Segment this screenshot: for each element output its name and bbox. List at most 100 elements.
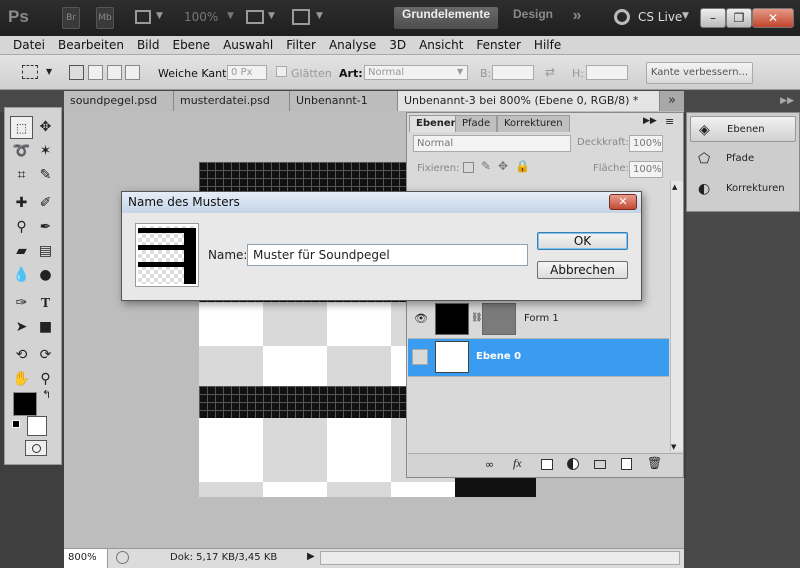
opacity-input[interactable]: 100%	[629, 135, 663, 152]
eye-visibility-icon[interactable]: 👁	[414, 312, 428, 325]
foreground-color-swatch[interactable]	[13, 392, 37, 416]
new-selection-icon[interactable]	[69, 65, 84, 80]
arrange-documents-icon[interactable]	[246, 10, 264, 24]
refine-edge-button[interactable]: Kante verbessern...	[646, 62, 753, 84]
adjustment-layer-icon[interactable]	[567, 458, 579, 470]
new-layer-icon[interactable]	[621, 458, 632, 470]
path-selection-tool-icon[interactable]: ➤	[10, 316, 33, 339]
menu-bearbeiten[interactable]: Bearbeiten	[58, 36, 124, 54]
layer-style-icon[interactable]: fx	[513, 456, 522, 471]
tab-unbenannt-3[interactable]: Unbenannt-3 bei 800% (Ebene 0, RGB/8) *	[398, 91, 660, 111]
layer-row-ebene0[interactable]: Ebene 0	[408, 339, 669, 377]
smooth-checkbox[interactable]	[276, 66, 287, 77]
pattern-name-input[interactable]: Muster für Soundpegel	[247, 244, 528, 266]
minimize-button[interactable]: –	[700, 8, 726, 28]
history-brush-tool-icon[interactable]: ✒	[34, 216, 57, 239]
background-color-swatch[interactable]	[27, 416, 47, 436]
tab-soundpegel[interactable]: soundpegel.psd	[64, 91, 174, 111]
tab-korrekturen[interactable]: Korrekturen	[497, 115, 570, 132]
group-folder-icon[interactable]	[594, 460, 606, 469]
dialog-close-button[interactable]: ✕	[609, 194, 637, 210]
eraser-tool-icon[interactable]: ▰	[10, 240, 33, 263]
lock-paint-icon[interactable]: ✎	[481, 159, 491, 173]
layer-scrollbar[interactable]: ▲	[670, 181, 683, 451]
3d-orbit-tool-icon[interactable]: ⟳	[34, 344, 57, 367]
chevron-down-icon[interactable]: ▼	[227, 11, 234, 21]
chevron-down-icon[interactable]: ▼	[316, 11, 323, 21]
lock-position-icon[interactable]: ✥	[498, 159, 508, 173]
intersect-selection-icon[interactable]	[125, 65, 140, 80]
scroll-down-icon[interactable]: ▼	[671, 443, 676, 451]
eyedropper-tool-icon[interactable]: ✎	[34, 164, 57, 187]
move-tool-icon[interactable]: ✥	[34, 116, 57, 139]
cs-live-icon[interactable]	[614, 9, 630, 25]
status-arrow-icon[interactable]: ▶	[307, 551, 315, 562]
blur-tool-icon[interactable]: 💧	[10, 264, 33, 287]
tab-unbenannt-1[interactable]: Unbenannt-1	[290, 91, 398, 111]
quick-mask-icon[interactable]	[25, 440, 47, 456]
clone-stamp-tool-icon[interactable]: ⚲	[10, 216, 33, 239]
default-colors-icon[interactable]	[12, 420, 20, 428]
dock-pfade[interactable]: ⬠ Pfade	[690, 146, 796, 172]
hand-tool-icon[interactable]: ✋	[10, 368, 33, 391]
panel-menu-icon[interactable]: ≡	[665, 115, 674, 128]
add-mask-icon[interactable]	[541, 459, 553, 470]
swap-icon[interactable]: ⇄	[545, 65, 555, 79]
menu-ansicht[interactable]: Ansicht	[419, 36, 463, 54]
menu-auswahl[interactable]: Auswahl	[223, 36, 273, 54]
blend-mode-select[interactable]: Normal	[413, 135, 571, 152]
workspace-design[interactable]: Design	[505, 7, 561, 29]
gradient-tool-icon[interactable]: ▤	[34, 240, 57, 263]
brush-tool-icon[interactable]: ✐	[34, 192, 57, 215]
chevron-down-icon[interactable]: ▼	[682, 11, 689, 21]
trash-icon[interactable]: 🗑	[647, 456, 662, 470]
tab-musterdatei[interactable]: musterdatei.psd	[174, 91, 290, 111]
cancel-button[interactable]: Abbrechen	[537, 261, 628, 279]
swap-colors-icon[interactable]: ↰	[42, 388, 51, 401]
tab-pfade[interactable]: Pfade	[455, 115, 498, 132]
menu-filter[interactable]: Filter	[286, 36, 316, 54]
menu-bild[interactable]: Bild	[137, 36, 160, 54]
horizontal-scrollbar[interactable]	[320, 551, 680, 565]
chevron-down-icon[interactable]: ▼	[268, 11, 275, 21]
type-tool-icon[interactable]: T	[34, 292, 57, 315]
view-extras-icon[interactable]	[135, 10, 151, 24]
menu-3d[interactable]: 3D	[389, 36, 406, 54]
lock-transparency-icon[interactable]	[463, 162, 474, 173]
crop-tool-icon[interactable]: ⌗	[10, 164, 33, 187]
zoom-level[interactable]: 100%	[184, 10, 218, 24]
chain-link-icon[interactable]: ⛓	[471, 313, 482, 323]
lock-all-icon[interactable]: 🔒	[515, 159, 530, 173]
menu-analyse[interactable]: Analyse	[329, 36, 376, 54]
soft-edge-input[interactable]: 0 Px	[227, 65, 267, 80]
chevron-down-icon[interactable]: ▼	[46, 67, 52, 76]
visibility-toggle[interactable]	[412, 349, 428, 365]
restore-button[interactable]: ❐	[726, 8, 752, 28]
chevron-down-icon[interactable]: ▼	[457, 67, 463, 76]
3d-rotate-tool-icon[interactable]: ⟲	[10, 344, 33, 367]
menu-datei[interactable]: Datei	[13, 36, 45, 54]
more-workspaces-icon[interactable]: »	[566, 7, 588, 29]
height-input[interactable]	[586, 65, 628, 80]
screen-mode-icon[interactable]	[292, 9, 310, 25]
status-menu-icon[interactable]	[116, 551, 129, 564]
marquee-tool-preset-icon[interactable]	[22, 65, 38, 79]
cs-live-label[interactable]: CS Live	[638, 10, 682, 24]
ok-button[interactable]: OK	[537, 232, 628, 250]
menu-ebene[interactable]: Ebene	[172, 36, 210, 54]
rectangle-shape-tool-icon[interactable]: ■	[34, 316, 57, 339]
rectangle-marquee-tool-icon[interactable]: ⬚	[10, 116, 33, 139]
chevron-down-icon[interactable]: ▼	[156, 11, 163, 21]
more-tabs-icon[interactable]: »	[668, 93, 676, 108]
magic-wand-tool-icon[interactable]: ✶	[34, 140, 57, 163]
bridge-button[interactable]: Br	[62, 7, 80, 29]
add-selection-icon[interactable]	[88, 65, 103, 80]
zoom-field[interactable]: 800%	[64, 549, 108, 568]
workspace-grundelemente[interactable]: Grundelemente	[394, 7, 498, 29]
close-window-button[interactable]: ✕	[752, 8, 794, 28]
style-select[interactable]: Normal	[364, 65, 468, 80]
link-layers-icon[interactable]: ∞	[485, 458, 494, 471]
panel-collapse-icon[interactable]: ▶▶	[643, 116, 657, 126]
dock-collapse-icon[interactable]: ▶▶	[686, 96, 800, 110]
mini-bridge-button[interactable]: Mb	[96, 7, 114, 29]
